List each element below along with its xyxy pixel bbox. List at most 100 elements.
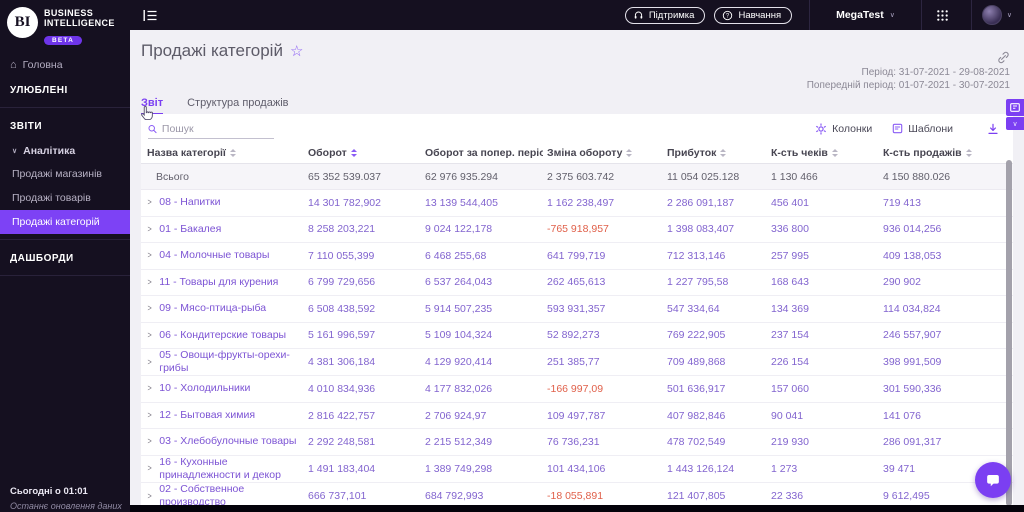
- turnover-value: 4 381 306,184: [308, 356, 376, 369]
- column-header-turnover-change[interactable]: Зміна обороту: [543, 147, 663, 159]
- panel-collapse-button[interactable]: ∨: [1006, 117, 1024, 130]
- table-toolbar: Колонки Шаблони: [801, 123, 999, 135]
- table-row[interactable]: > 05 - Овощи-фрукты-орехи-грибы 4 381 30…: [141, 349, 1013, 377]
- org-selector[interactable]: MegaTest ∨: [810, 0, 913, 30]
- category-name: 06 - Кондитерские товары: [159, 328, 287, 341]
- panel-toggle-button[interactable]: [1006, 99, 1024, 116]
- checks-value: 219 930: [771, 436, 809, 448]
- checks-value: 336 800: [771, 223, 809, 236]
- report-tabs: Звіт Структура продажів: [141, 97, 288, 115]
- period-info: Період: 31-07-2021 - 29-08-2021 Попередн…: [807, 66, 1010, 92]
- search-input[interactable]: [161, 122, 274, 135]
- table-body: > 08 - Напитки 14 301 782,902 13 139 544…: [141, 190, 1013, 505]
- divider: [0, 238, 130, 240]
- table-row[interactable]: > 16 - Кухонные принадлежности и декор 1…: [141, 455, 1013, 483]
- category-name: 09 - Мясо-птица-рыба: [159, 302, 267, 315]
- category-name: 11 - Товары для курения: [159, 275, 279, 288]
- app-logo[interactable]: BI BUSINESS INTELLIGENCE BETA: [0, 0, 130, 51]
- table-row[interactable]: > 11 - Товары для курения 6 799 729,656 …: [141, 269, 1013, 296]
- sales-value: 114 034,824: [883, 302, 941, 315]
- expand-chevron-icon[interactable]: >: [148, 463, 152, 474]
- checks-value: 168 643: [771, 276, 809, 289]
- table-row[interactable]: > 10 - Холодильники 4 010 834,936 4 177 …: [141, 376, 1013, 403]
- page-title: Продажі категорій: [141, 41, 283, 60]
- sidebar-section-dashboards: ДАШБОРДИ: [10, 252, 74, 264]
- column-header-turnover[interactable]: Оборот: [304, 147, 421, 159]
- training-button[interactable]: ? Навчання: [714, 6, 793, 24]
- sales-value: 290 902: [883, 276, 921, 289]
- column-header-turnover-prev[interactable]: Оборот за попер. період: [421, 147, 543, 159]
- sidebar-group-analytics[interactable]: ∨ Аналітика: [0, 138, 130, 162]
- total-checks: 1 130 466: [771, 170, 818, 183]
- sidebar-toggle-icon[interactable]: [143, 9, 158, 22]
- column-header-sales[interactable]: К-сть продажів: [879, 147, 1013, 159]
- expand-chevron-icon[interactable]: >: [148, 197, 152, 208]
- sort-icon: [626, 149, 633, 157]
- turnover-change-value: 593 931,357: [547, 302, 606, 315]
- table-row[interactable]: > 01 - Бакалея 8 258 203,221 9 024 122,1…: [141, 216, 1013, 243]
- expand-chevron-icon[interactable]: >: [148, 491, 152, 502]
- sidebar-item-home[interactable]: ⌂ Головна: [0, 53, 130, 77]
- main-content: Продажі категорій ☆ Період: 31-07-2021 -…: [130, 30, 1024, 512]
- download-button[interactable]: [987, 123, 999, 135]
- expand-chevron-icon[interactable]: >: [148, 410, 152, 421]
- table-row[interactable]: > 08 - Напитки 14 301 782,902 13 139 544…: [141, 190, 1013, 217]
- search-box: [148, 122, 274, 139]
- tab-sales-structure[interactable]: Структура продажів: [187, 97, 288, 115]
- profit-value: 1 398 083,407: [667, 223, 735, 236]
- turnover-prev-value: 6 468 255,68: [425, 249, 487, 262]
- sidebar-item-category-sales[interactable]: Продажі категорій: [0, 209, 130, 234]
- checks-value: 1 273: [771, 462, 798, 475]
- apps-grid-button[interactable]: [922, 0, 963, 30]
- table-header: Назва категорії Оборот Оборот за попер. …: [141, 143, 1013, 164]
- expand-chevron-icon[interactable]: >: [148, 277, 152, 288]
- templates-button[interactable]: Шаблони: [892, 123, 953, 135]
- table-row[interactable]: > 02 - Собственное производство 666 737,…: [141, 483, 1013, 505]
- column-header-checks[interactable]: К-сть чеків: [767, 147, 879, 159]
- table-row[interactable]: > 03 - Хлебобулочные товары 2 292 248,58…: [141, 429, 1013, 456]
- turnover-change-value: 251 385,77: [547, 356, 600, 369]
- expand-chevron-icon[interactable]: >: [148, 224, 152, 235]
- turnover-change-value: 76 736,231: [547, 436, 600, 448]
- sort-icon: [965, 149, 972, 157]
- sidebar-section-favorites: УЛЮБЛЕНІ: [10, 84, 68, 96]
- category-name: 04 - Молочные товары: [159, 249, 270, 262]
- checks-value: 157 060: [771, 383, 809, 395]
- category-name: 10 - Холодильники: [159, 382, 251, 395]
- expand-chevron-icon[interactable]: >: [148, 357, 152, 368]
- table-row[interactable]: > 09 - Мясо-птица-рыба 6 508 438,592 5 9…: [141, 296, 1013, 323]
- sidebar: BI BUSINESS INTELLIGENCE BETA ⌂ Головна …: [0, 0, 130, 512]
- table-row[interactable]: > 12 - Бытовая химия 2 816 422,757 2 706…: [141, 402, 1013, 430]
- chat-button[interactable]: [975, 462, 1011, 498]
- checks-value: 22 336: [771, 490, 804, 503]
- column-header-profit[interactable]: Прибуток: [663, 147, 767, 159]
- support-button[interactable]: Підтримка: [624, 6, 706, 24]
- column-header-name[interactable]: Назва категорії: [141, 147, 304, 159]
- expand-chevron-icon[interactable]: >: [148, 436, 152, 447]
- sort-icon: [720, 149, 727, 157]
- gear-icon: [816, 122, 827, 135]
- sidebar-footer: Сьогодні о 01:01 Останнє оновлення даних: [10, 486, 128, 512]
- checks-value: 456 401: [771, 196, 809, 209]
- total-profit: 11 054 025.128: [667, 170, 740, 183]
- user-menu[interactable]: ∨: [972, 0, 1024, 30]
- tab-report[interactable]: Звіт: [141, 97, 164, 115]
- download-icon: [988, 123, 998, 134]
- table-row[interactable]: > 04 - Молочные товары 7 110 055,399 6 4…: [141, 243, 1013, 270]
- vertical-scrollbar[interactable]: [1006, 160, 1012, 506]
- sidebar-item-product-sales[interactable]: Продажі товарів: [0, 186, 130, 210]
- sales-value: 141 076: [883, 409, 921, 422]
- expand-chevron-icon[interactable]: >: [148, 303, 152, 314]
- table-row[interactable]: > 06 - Кондитерские товары 5 161 996,597…: [141, 322, 1013, 349]
- turnover-prev-value: 5 914 507,235: [425, 302, 493, 315]
- profit-value: 2 286 091,187: [667, 196, 735, 209]
- divider: [0, 106, 130, 108]
- expand-chevron-icon[interactable]: >: [148, 383, 152, 394]
- turnover-prev-value: 2 706 924,97: [425, 409, 487, 422]
- profit-value: 478 702,549: [667, 436, 726, 448]
- sidebar-item-store-sales[interactable]: Продажі магазинів: [0, 162, 130, 186]
- expand-chevron-icon[interactable]: >: [148, 250, 152, 261]
- favorite-star-icon[interactable]: ☆: [290, 44, 303, 59]
- columns-button[interactable]: Колонки: [815, 123, 872, 135]
- expand-chevron-icon[interactable]: >: [148, 330, 152, 341]
